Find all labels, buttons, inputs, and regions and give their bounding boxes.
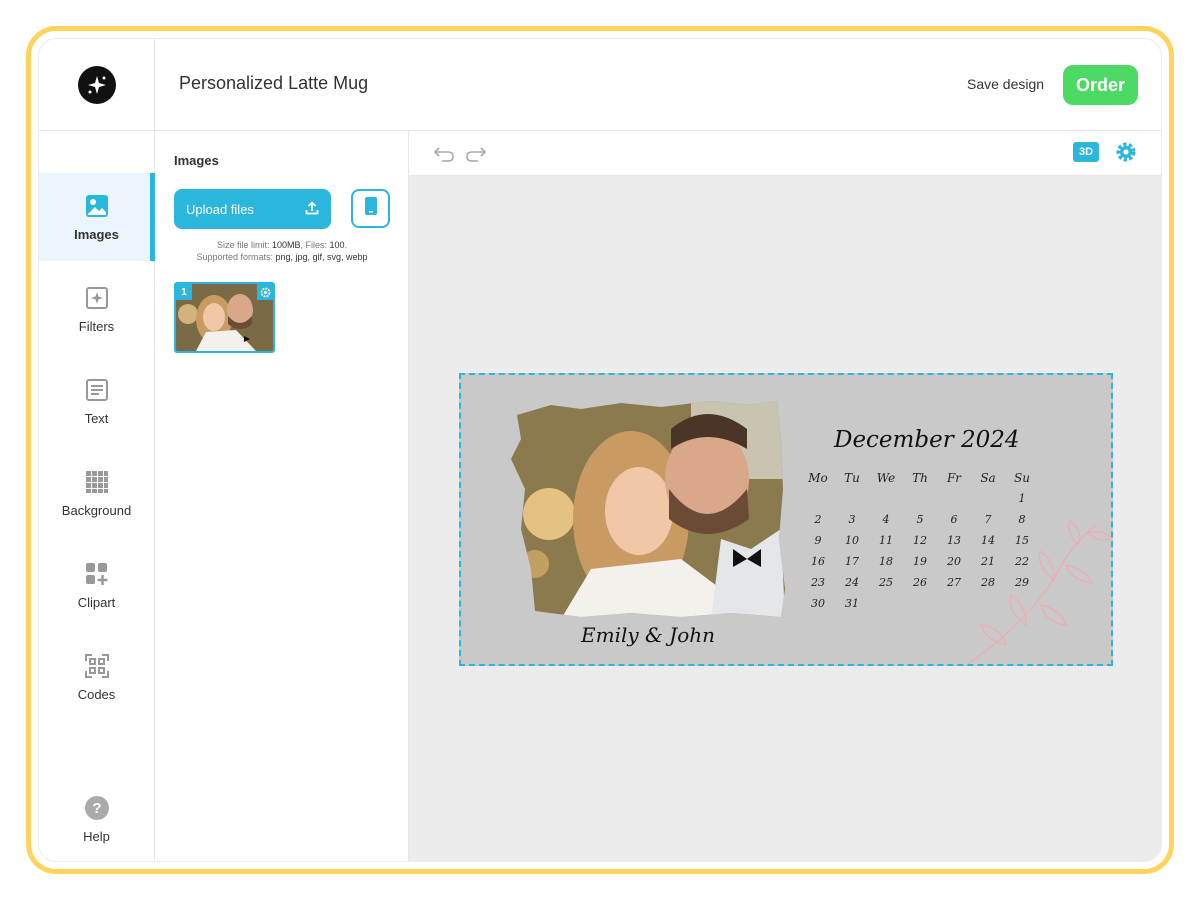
calendar-week-row: 1 — [801, 488, 1041, 509]
sidebar-item-background[interactable]: Background — [39, 449, 154, 537]
limit-files-prefix: , Files: — [300, 240, 330, 250]
order-button[interactable]: Order — [1063, 65, 1138, 105]
calendar-day: 30 — [811, 597, 825, 610]
limit-size: 100MB — [271, 240, 301, 250]
calendar-day: 11 — [879, 534, 893, 547]
weekday-label: Fr — [946, 470, 962, 485]
couple-names[interactable]: Emily & John — [581, 623, 715, 647]
calendar-day: 12 — [913, 534, 927, 547]
sidebar-item-label: Clipart — [77, 594, 116, 610]
calendar-day: 3 — [848, 513, 856, 526]
couple-photo[interactable] — [511, 399, 785, 619]
svg-text:?: ? — [92, 800, 101, 817]
image-icon — [84, 193, 110, 219]
calendar-day: 16 — [811, 555, 825, 568]
limit-prefix: Size file limit: — [216, 240, 272, 250]
formats-prefix: Supported formats: — [196, 252, 276, 262]
calendar-day: 31 — [845, 597, 859, 610]
calendar-title[interactable]: December 2024 — [834, 427, 1020, 453]
app-window: Personalized Latte Mug Save design Order… — [38, 38, 1162, 862]
phone-upload-button[interactable] — [351, 189, 390, 228]
canvas-toolbar: 3D — [409, 131, 1161, 176]
formats-list: png, jpg, gif, svg, webp — [275, 252, 368, 262]
thumbnail-settings-icon[interactable] — [257, 284, 273, 300]
weekday-label: Th — [912, 470, 928, 485]
sidebar-item-codes[interactable]: Codes — [39, 633, 154, 721]
clipart-icon — [84, 561, 110, 587]
filters-icon — [84, 285, 110, 311]
page-title: Personalized Latte Mug — [179, 73, 369, 93]
qr-code-icon — [84, 653, 110, 679]
calendar-day: 4 — [882, 513, 890, 526]
sidebar-item-label: Codes — [77, 686, 116, 702]
weekday-label: We — [876, 470, 896, 485]
images-panel: Images Upload files Size file limit: 100… — [155, 131, 409, 861]
limit-files: 100 — [329, 240, 345, 250]
thumbnail-number: 1 — [176, 284, 192, 300]
sidebar: Images Filters Text Background Clipart C… — [39, 131, 155, 861]
sidebar-item-text[interactable]: Text — [39, 357, 154, 445]
upload-limits: Size file limit: 100MB, Files: 100. Supp… — [196, 240, 368, 262]
sidebar-item-clipart[interactable]: Clipart — [39, 541, 154, 629]
calendar-day: 17 — [845, 555, 859, 568]
sidebar-item-label: Text — [84, 410, 109, 426]
weekday-label: Tu — [844, 470, 860, 485]
mug-design-area[interactable]: Emily & John December 2024 Mo Tu We Th F… — [459, 373, 1114, 666]
background-icon — [84, 469, 110, 495]
sidebar-item-filters[interactable]: Filters — [39, 265, 154, 353]
weekday-label: Sa — [980, 470, 996, 485]
sidebar-item-images[interactable]: Images — [39, 173, 155, 261]
calendar-day: 24 — [845, 576, 859, 589]
help-icon: ? — [84, 795, 110, 821]
sidebar-item-help[interactable]: ? Help — [39, 775, 154, 861]
floral-branch-icon — [966, 520, 1114, 665]
save-design-button[interactable]: Save design — [967, 76, 1044, 92]
calendar-day: 26 — [913, 576, 927, 589]
logo-cell — [39, 39, 155, 131]
calendar-day: 18 — [879, 555, 893, 568]
calendar-day: 19 — [913, 555, 927, 568]
sidebar-item-label: Help — [83, 828, 110, 844]
logo-icon[interactable] — [77, 66, 116, 104]
sidebar-item-label: Filters — [78, 318, 115, 334]
calendar-day: 25 — [879, 576, 893, 589]
undo-icon[interactable] — [433, 144, 455, 167]
upload-files-button[interactable]: Upload files — [174, 189, 331, 229]
phone-icon — [364, 197, 377, 220]
sidebar-item-label: Images — [74, 226, 119, 242]
calendar-day: 10 — [845, 534, 859, 547]
image-thumbnail[interactable]: 1 — [174, 282, 275, 353]
calendar-day: 1 — [1018, 492, 1026, 505]
upload-icon — [305, 200, 319, 218]
calendar-weekdays: Mo Tu We Th Fr Sa Su — [801, 467, 1041, 488]
calendar-day: 9 — [814, 534, 822, 547]
calendar-day: 23 — [811, 576, 825, 589]
text-icon — [84, 377, 110, 403]
header: Personalized Latte Mug Save design Order — [39, 39, 1161, 131]
panel-title: Images — [174, 153, 219, 168]
3d-preview-button[interactable]: 3D — [1073, 142, 1099, 162]
redo-icon[interactable] — [465, 144, 487, 167]
sidebar-item-label: Background — [61, 502, 132, 518]
design-canvas: Emily & John December 2024 Mo Tu We Th F… — [409, 176, 1161, 861]
upload-label: Upload files — [186, 201, 254, 217]
weekday-label: Su — [1014, 470, 1030, 485]
settings-gear-icon[interactable] — [1115, 141, 1137, 168]
calendar-day: 2 — [814, 513, 822, 526]
calendar-day: 5 — [916, 513, 924, 526]
weekday-label: Mo — [808, 470, 828, 485]
